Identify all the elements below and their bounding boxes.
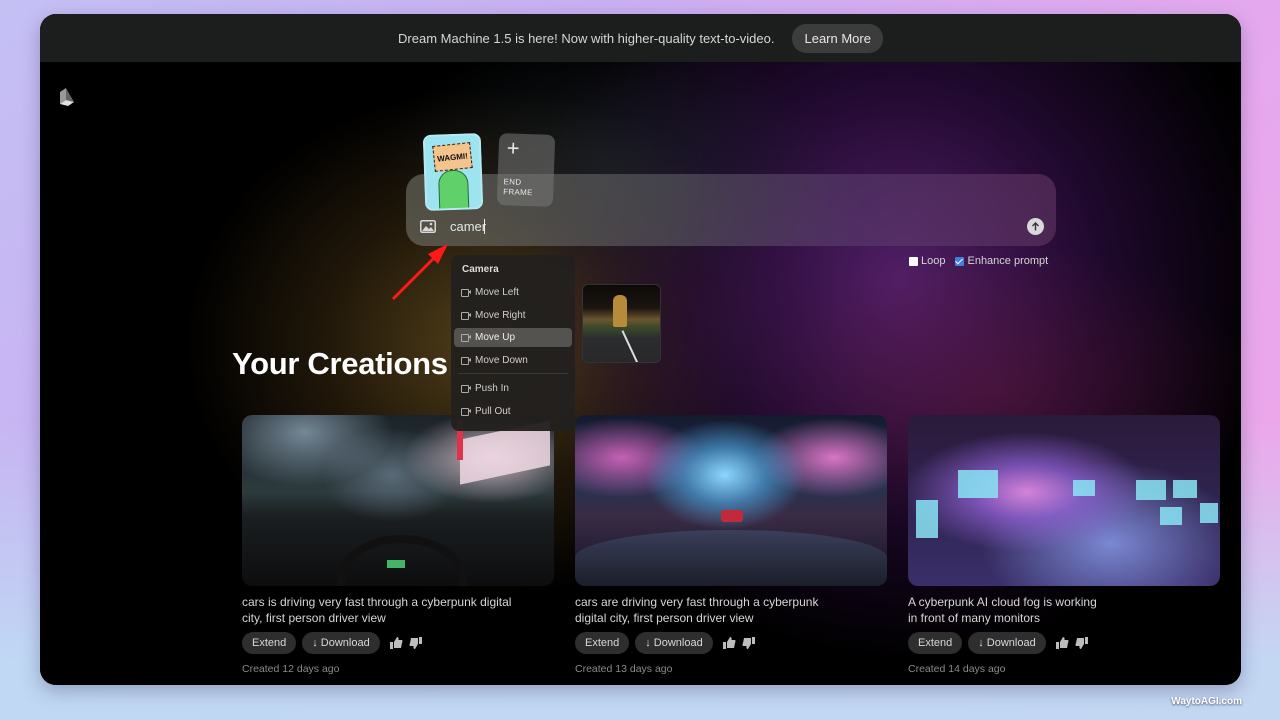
image-icon[interactable] xyxy=(420,220,436,233)
thumbs-up-icon[interactable] xyxy=(722,637,736,649)
creation-card: cars is driving very fast through a cybe… xyxy=(242,415,554,675)
creation-caption: cars is driving very fast through a cybe… xyxy=(242,595,512,625)
download-button[interactable]: ↓ Download xyxy=(302,632,380,654)
announcement-banner: Dream Machine 1.5 is here! Now with high… xyxy=(40,14,1241,62)
thumbnail-detail xyxy=(1200,503,1218,523)
created-timestamp: Created 12 days ago xyxy=(242,663,340,675)
menu-item-move-left[interactable]: Move Left xyxy=(454,283,572,302)
menu-header: Camera xyxy=(462,264,499,275)
camera-icon xyxy=(461,289,471,297)
thumbnail-detail xyxy=(575,530,887,586)
creation-caption: cars are driving very fast through a cyb… xyxy=(575,595,819,625)
annotation-arrow-icon xyxy=(391,244,448,301)
extend-button[interactable]: Extend xyxy=(575,632,630,654)
prompt-input[interactable] xyxy=(450,216,990,236)
luma-cube-icon[interactable] xyxy=(58,86,78,106)
learn-more-button[interactable]: Learn More xyxy=(792,23,883,53)
thumbnail-detail xyxy=(387,560,405,568)
camera-icon xyxy=(461,334,471,342)
preview-road-line xyxy=(621,330,639,362)
arrow-up-icon xyxy=(1032,222,1039,231)
loop-label: Loop xyxy=(921,255,946,267)
loop-checkbox[interactable] xyxy=(909,256,918,266)
plus-icon: + xyxy=(506,135,521,161)
creation-caption: A cyberpunk AI cloud fog is working in f… xyxy=(908,595,1097,625)
thumbs-up-icon[interactable] xyxy=(389,637,403,649)
thumbnail-detail xyxy=(958,470,998,498)
end-frame-button[interactable]: + END FRAME xyxy=(496,133,556,207)
camera-icon xyxy=(461,407,471,416)
card-actions: Extend ↓ Download xyxy=(908,632,1220,654)
video-thumbnail[interactable] xyxy=(908,415,1220,586)
preview-figure xyxy=(613,295,627,327)
thumbnail-detail xyxy=(1136,480,1166,500)
created-timestamp: Created 13 days ago xyxy=(575,663,673,675)
generation-options: Loop Enhance prompt xyxy=(909,255,1048,267)
thumbs-up-icon[interactable] xyxy=(1055,637,1069,649)
rating-buttons xyxy=(389,637,422,649)
thumbs-down-icon[interactable] xyxy=(742,637,755,649)
loop-option[interactable]: Loop xyxy=(909,255,945,267)
creation-card: A cyberpunk AI cloud fog is working in f… xyxy=(908,415,1220,675)
thumbnail-detail xyxy=(916,500,938,538)
creation-card: cars are driving very fast through a cyb… xyxy=(575,415,887,675)
camera-icon xyxy=(461,356,471,365)
created-timestamp: Created 14 days ago xyxy=(908,663,1006,675)
thumbs-down-icon[interactable] xyxy=(1075,637,1088,649)
watermark: WaytoAGI.com xyxy=(1171,696,1242,707)
start-frame-image[interactable]: WAGMI! xyxy=(422,133,484,211)
green-character xyxy=(437,169,470,211)
text-caret xyxy=(484,219,485,234)
menu-item-move-right[interactable]: Move Right xyxy=(454,306,572,325)
enhance-prompt-option[interactable]: Enhance prompt xyxy=(955,255,1048,267)
thumbnail-detail xyxy=(1073,480,1095,496)
keyframes: WAGMI! + END FRAME xyxy=(422,133,556,211)
enhance-prompt-checkbox[interactable] xyxy=(955,256,965,266)
thumbnail-detail xyxy=(1160,507,1182,525)
thumbs-down-icon[interactable] xyxy=(409,637,422,649)
camera-suggestions-menu: Camera Move Left Move Right Move Up Move… xyxy=(451,255,575,431)
camera-icon xyxy=(461,311,471,320)
banner-message: Dream Machine 1.5 is here! Now with high… xyxy=(398,30,775,46)
card-actions: Extend ↓ Download xyxy=(242,632,554,654)
download-button[interactable]: ↓ Download xyxy=(635,632,713,654)
enhance-prompt-label: Enhance prompt xyxy=(967,255,1049,267)
menu-item-pull-out[interactable]: Pull Out xyxy=(454,402,572,421)
menu-divider xyxy=(458,373,568,374)
video-thumbnail[interactable] xyxy=(242,415,554,586)
menu-item-move-down[interactable]: Move Down xyxy=(454,351,572,370)
rating-buttons xyxy=(1055,637,1088,649)
rating-buttons xyxy=(722,637,755,649)
extend-button[interactable]: Extend xyxy=(242,632,297,654)
download-button[interactable]: ↓ Download xyxy=(968,632,1046,654)
app-window: Dream Machine 1.5 is here! Now with high… xyxy=(40,14,1241,685)
generating-preview-thumbnail[interactable] xyxy=(582,284,661,363)
thumbnail-detail xyxy=(721,510,743,522)
section-title: Your Creations xyxy=(232,346,448,381)
card-actions: Extend ↓ Download xyxy=(575,632,887,654)
video-thumbnail[interactable] xyxy=(575,415,887,586)
menu-item-push-in[interactable]: Push In xyxy=(454,379,572,398)
main-stage: WAGMI! + END FRAME camer Loop Enhance pr… xyxy=(40,62,1241,685)
camera-icon xyxy=(461,385,471,393)
send-button[interactable] xyxy=(1027,218,1044,235)
wagmi-sign: WAGMI! xyxy=(432,142,473,172)
thumbnail-detail xyxy=(1173,480,1197,498)
extend-button[interactable]: Extend xyxy=(908,632,963,654)
end-frame-label: END FRAME xyxy=(503,177,533,198)
menu-item-move-up[interactable]: Move Up xyxy=(454,328,572,347)
